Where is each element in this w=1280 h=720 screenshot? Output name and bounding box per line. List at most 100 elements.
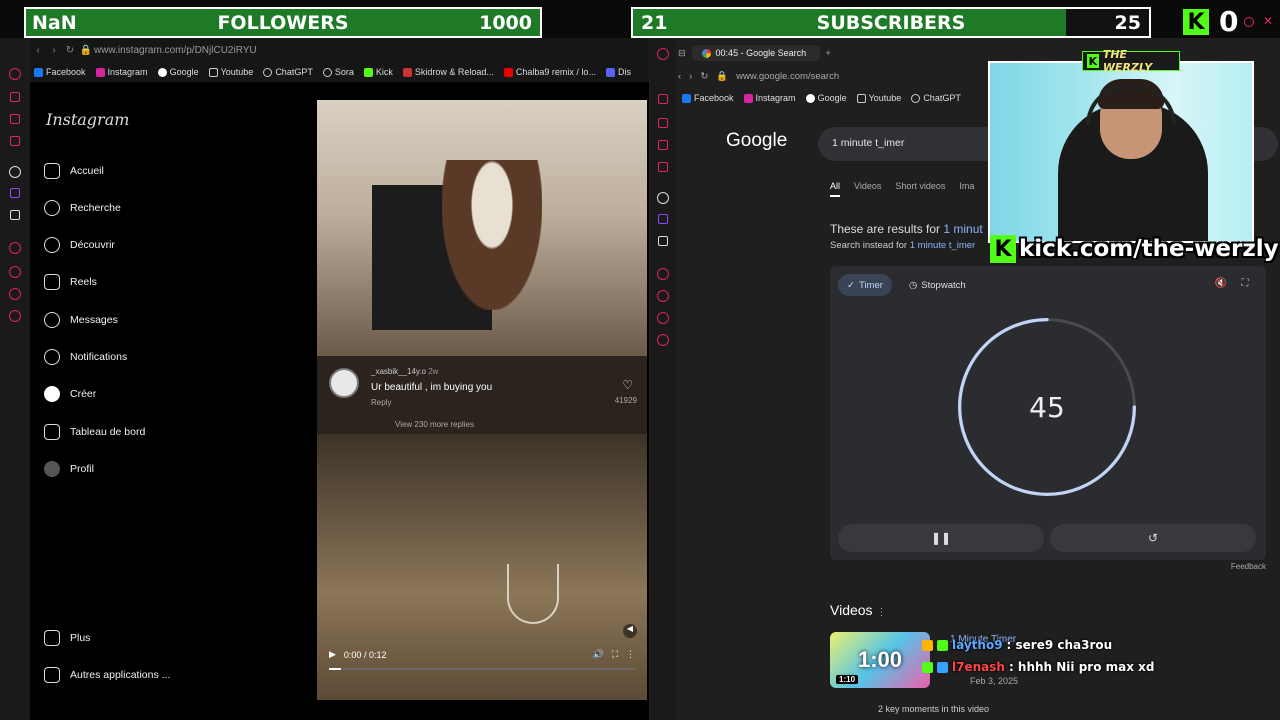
bookmark-instagram[interactable]: Instagram (95, 67, 148, 77)
sidebar-app-icon[interactable] (658, 162, 668, 172)
chat-user[interactable]: laytho9 (952, 638, 1003, 652)
sidebar-app-icon[interactable] (10, 136, 20, 146)
bookmark-instagram[interactable]: Instagram (743, 93, 796, 103)
fullscreen-icon[interactable]: ⛶ (612, 649, 618, 660)
tab-google-search[interactable]: 00:45 - Google Search (691, 45, 820, 61)
subscribers-goal-bar: 21 SUBSCRIBERS 25 (631, 7, 1151, 38)
more-options-icon[interactable]: ⋮ (876, 607, 886, 618)
sidebar-app-icon[interactable] (9, 288, 21, 300)
x-icon[interactable] (658, 236, 668, 246)
settings-icon[interactable] (9, 310, 21, 322)
address-bar[interactable]: ‹ › ↻ 🔒 www.instagram.com/p/DNjlCU2iRYU (30, 38, 649, 62)
nav-create[interactable]: Créer (44, 386, 96, 402)
nav-dashboard[interactable]: Tableau de bord (44, 424, 145, 440)
video-thumbnail[interactable]: 1:00 1:10 (830, 632, 930, 688)
url-text[interactable]: www.instagram.com/p/DNjlCU2iRYU (94, 45, 257, 56)
opera-icon[interactable] (9, 68, 21, 80)
forward-icon[interactable]: › (689, 71, 692, 82)
post-video[interactable]: _xasbik__14y.o 2w Ur beautiful , im buyi… (317, 100, 647, 700)
view-more-replies[interactable]: View 230 more replies (395, 420, 474, 429)
results-for-link[interactable]: 1 minut (943, 222, 982, 236)
chat-text: : hhhh Nii pro max xd (1008, 660, 1155, 674)
close-icon[interactable]: ✕ (1263, 14, 1273, 28)
volume-icon[interactable]: ◀ (623, 624, 637, 638)
url-text[interactable]: www.google.com/search (736, 71, 839, 82)
nav-messages[interactable]: Messages (44, 312, 118, 328)
bookmark-youtube[interactable]: Youtube (856, 93, 901, 103)
video-progress[interactable] (329, 668, 635, 670)
twitch-icon[interactable] (658, 214, 668, 224)
bookmark-chalba9[interactable]: Chalba9 remix / lo... (503, 67, 596, 77)
more-options-icon[interactable]: ⋮ (626, 649, 635, 660)
chat-user[interactable]: l7enash (952, 660, 1005, 674)
apps-icon (44, 667, 60, 683)
bookmark-facebook[interactable]: Facebook (34, 67, 86, 77)
history-icon[interactable] (9, 266, 21, 278)
avatar[interactable] (329, 368, 359, 398)
window-icon[interactable] (1244, 17, 1254, 27)
back-icon[interactable]: ‹ (678, 71, 681, 82)
sidebar-app-icon[interactable] (657, 312, 669, 324)
reload-icon[interactable]: ↻ (62, 45, 78, 56)
feedback-link[interactable]: Feedback (1231, 562, 1266, 571)
fullscreen-icon[interactable]: ⛶ (1238, 278, 1252, 292)
nav-home[interactable]: Accueil (44, 163, 104, 179)
instagram-logo[interactable]: Instagram (46, 110, 129, 129)
forward-icon[interactable]: › (46, 45, 62, 56)
speaker-icon[interactable]: 🔊 (592, 649, 603, 660)
search-instead-link[interactable]: 1 minute t_imer (910, 240, 975, 251)
bookmark-discord[interactable]: Dis (605, 67, 631, 77)
nav-notifications[interactable]: Notifications (44, 349, 127, 365)
nav-profile[interactable]: Profil (44, 461, 94, 477)
bookmark-kick[interactable]: Kick (363, 67, 393, 77)
reset-button[interactable]: ↺ (1050, 524, 1256, 552)
history-icon[interactable] (657, 290, 669, 302)
new-tab-icon[interactable]: + (826, 48, 831, 58)
x-icon[interactable] (10, 210, 20, 220)
bookmark-chatgpt[interactable]: ChatGPT (263, 67, 313, 77)
twitch-icon[interactable] (10, 188, 20, 198)
sidebar-app-icon[interactable] (657, 192, 669, 204)
plus-icon (44, 386, 60, 402)
tab-search-icon[interactable]: ⊟ (678, 48, 686, 59)
bookmark-google[interactable]: Google (805, 93, 847, 103)
tab-videos[interactable]: Videos (854, 181, 881, 197)
bookmark-youtube[interactable]: Youtube (208, 67, 253, 77)
stopwatch-mode-button[interactable]: ◷ Stopwatch (900, 274, 975, 296)
sidebar-app-icon[interactable] (10, 114, 20, 124)
sidebar-app-icon[interactable] (658, 118, 668, 128)
opera-icon[interactable] (657, 48, 669, 60)
play-icon[interactable]: ▶ (329, 649, 336, 660)
back-icon[interactable]: ‹ (30, 45, 46, 56)
timer-mode-button[interactable]: ✓ Timer (838, 274, 892, 296)
settings-icon[interactable] (657, 334, 669, 346)
reply-link[interactable]: Reply (371, 398, 391, 407)
sidebar-app-icon[interactable] (10, 92, 20, 102)
nav-reels[interactable]: Reels (44, 274, 97, 290)
sidebar-app-icon[interactable] (657, 268, 669, 280)
nav-search[interactable]: Recherche (44, 200, 121, 216)
bookmark-facebook[interactable]: Facebook (682, 93, 734, 103)
bookmark-chatgpt[interactable]: ChatGPT (911, 93, 961, 103)
pause-button[interactable]: ❚❚ (838, 524, 1044, 552)
mute-icon[interactable]: 🔇 (1214, 278, 1228, 292)
comment-user[interactable]: _xasbik__14y.o (371, 367, 426, 376)
post-image-bottom (317, 434, 647, 700)
sidebar-app-icon[interactable] (9, 242, 21, 254)
bookmark-sora[interactable]: Sora (322, 67, 354, 77)
bookmark-google[interactable]: Google (157, 67, 199, 77)
bookmark-skidrow[interactable]: Skidrow & Reload... (402, 67, 494, 77)
nav-other-apps[interactable]: Autres applications ... (44, 667, 170, 683)
key-moments[interactable]: 2 key moments in this video (878, 704, 989, 714)
tab-short-videos[interactable]: Short videos (895, 181, 945, 197)
sidebar-app-icon[interactable] (9, 166, 21, 178)
nav-more[interactable]: Plus (44, 630, 90, 646)
heart-icon[interactable]: ♡ (622, 378, 633, 392)
sidebar-app-icon[interactable] (658, 94, 668, 104)
sidebar-app-icon[interactable] (658, 140, 668, 150)
tab-all[interactable]: All (830, 181, 841, 197)
google-logo[interactable]: Google (726, 130, 787, 152)
reload-icon[interactable]: ↻ (700, 71, 708, 82)
tab-images[interactable]: Ima (959, 181, 974, 197)
nav-explore[interactable]: Découvrir (44, 237, 115, 253)
